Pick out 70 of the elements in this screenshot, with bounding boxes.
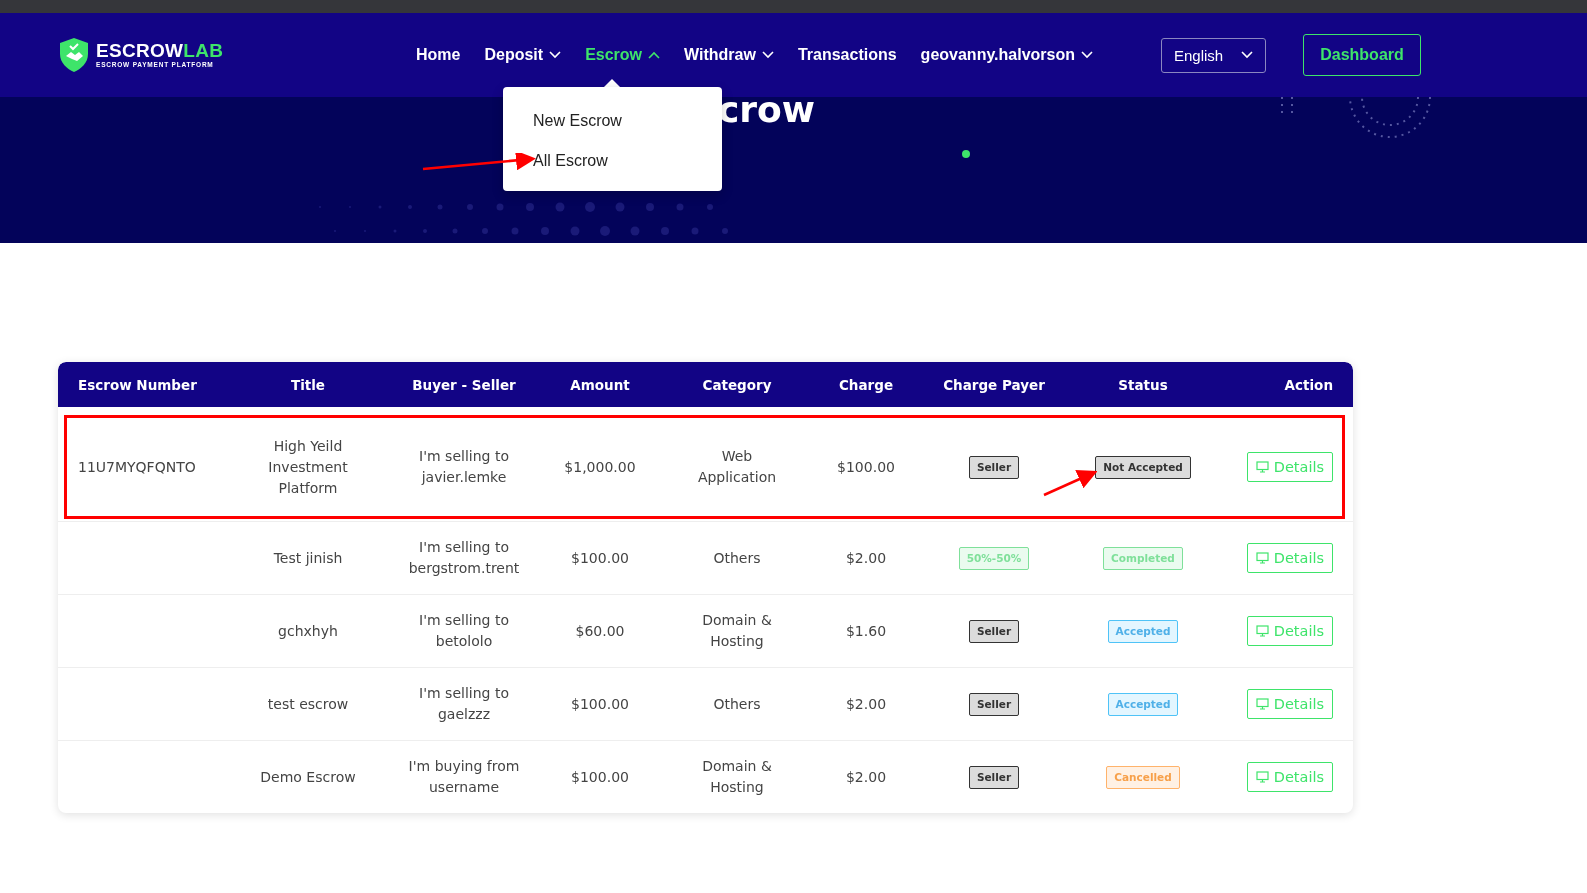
status-badge: Completed [1103,546,1183,570]
arrow-annotation [1041,467,1098,498]
chevron-icon [648,51,661,59]
nav-link[interactable]: geovanny.halvorson [920,46,1093,64]
column-header: Buyer - Seller [412,376,516,393]
table-cell-text: I'm selling to javier.lemke [418,447,510,487]
charge-payer-badge: Seller [968,692,1020,716]
table-cell-text: I'm selling to betololo [418,611,510,651]
chevron-icon [761,51,774,59]
column-header: Action [1284,376,1333,393]
table-cell: $100.00 [571,549,629,566]
logo-text-accent: LAB [183,40,224,62]
table-cell: $2.00 [845,549,887,566]
monitor-icon [1255,552,1269,564]
language-select[interactable]: English [1161,37,1267,73]
table-cell-text: Test jinish [273,548,343,568]
monitor-icon [1255,698,1269,710]
column-header: Charge Payer [943,376,1045,393]
table-cell: $2.00 [845,768,887,785]
nav-link[interactable]: Transactions [797,46,897,64]
column-header: Amount [570,376,630,393]
table-cell-text: I'm buying from username [407,757,521,797]
logo-text: ESCROW [96,40,184,62]
table-cell: $100.00 [837,458,895,475]
chevron-icon [1241,51,1254,59]
table-cell-text: Domain & Hosting [701,611,773,651]
nav-link[interactable]: Withdraw [684,46,774,64]
table-cell: $60.00 [575,622,625,639]
table-cell-text: test escrow [267,694,349,714]
status-badge: Not Accepted [1095,455,1191,479]
status-badge: Accepted [1107,692,1179,716]
dashboard-button[interactable]: Dashboard [1303,34,1421,76]
table-cell-text: Web Application [696,447,778,487]
table-cell-text: Domain & Hosting [701,757,773,797]
table-cell-text: Others [713,694,761,714]
table-cell-text: gchxhyh [278,621,338,641]
column-header: Charge [838,376,894,393]
table-cell: $1.60 [845,622,887,639]
monitor-icon [1255,461,1269,473]
table-cell: $1,000.00 [564,458,636,475]
table-cell: 11U7MYQFQNTO [78,458,196,475]
table-cell-text: Demo Escrow [260,767,356,787]
status-badge: Cancelled [1106,765,1180,789]
monitor-icon [1255,625,1269,637]
menu-item[interactable]: All Escrow [533,152,608,169]
column-header: Status [1118,376,1168,393]
table-cell: $2.00 [845,695,887,712]
column-header: Escrow Number [78,376,197,393]
status-badge: Accepted [1107,619,1179,643]
page-title: crow [718,97,816,130]
column-header: Title [290,376,326,393]
nav-link[interactable]: Deposit [484,46,562,64]
table-cell-text: I'm selling to gaelzzz [418,684,510,724]
nav-link[interactable]: Home [416,46,461,64]
charge-payer-badge: 50%-50% [958,546,1030,570]
monitor-icon [1255,771,1269,783]
table-cell-text: High Yeild Investment Platform [267,436,349,498]
nav-link[interactable]: Escrow [585,46,661,64]
chevron-icon [549,51,562,59]
menu-item[interactable]: New Escrow [533,112,622,129]
table-cell: $100.00 [571,695,629,712]
table-cell-text: Others [713,548,761,568]
shield-icon [58,37,90,73]
table-cell: $100.00 [571,768,629,785]
charge-payer-badge: Seller [968,619,1020,643]
chevron-icon [1081,51,1093,59]
column-header: Category [702,376,772,393]
table-cell-text: I'm selling to bergstrom.trent [407,538,521,578]
charge-payer-badge: Seller [968,455,1020,479]
charge-payer-badge: Seller [968,765,1020,789]
